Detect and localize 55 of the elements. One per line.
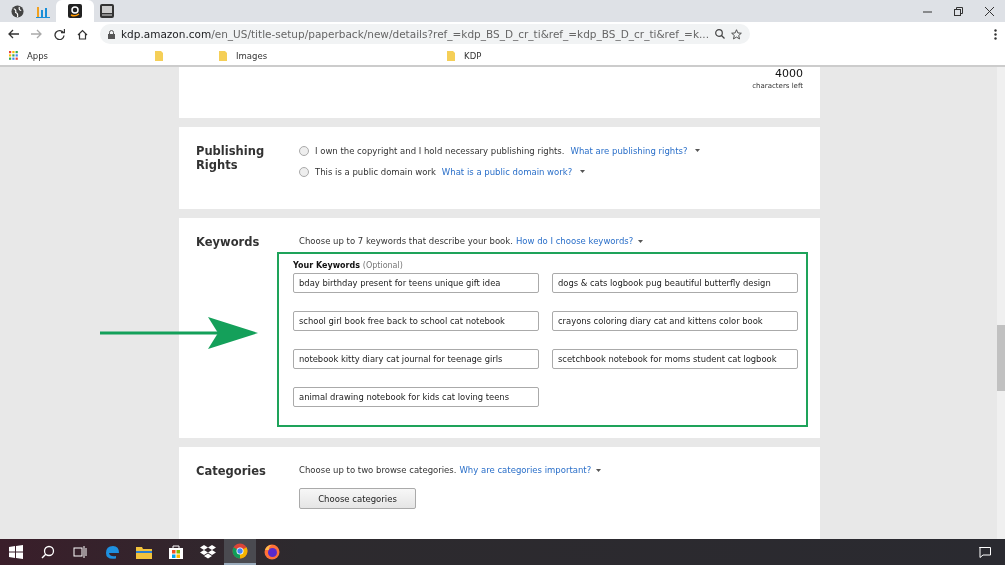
chrome-icon[interactable]	[232, 543, 248, 559]
caret-icon	[596, 468, 602, 472]
keyword-field[interactable]: dogs & cats logbook pug beautiful butterfly design	[552, 273, 798, 293]
help-link[interactable]: How do I choose keywords?	[515, 236, 634, 246]
edge-browser-icon[interactable]	[104, 544, 120, 560]
radio-button[interactable]	[299, 166, 309, 177]
home-icon[interactable]	[77, 28, 88, 40]
reload-icon[interactable]	[54, 28, 65, 40]
keyword-field[interactable]: animal drawing notebook for kids cat loving teens	[293, 387, 539, 407]
restore-icon[interactable]	[954, 6, 963, 16]
menu-icon[interactable]	[994, 28, 997, 40]
back-arrow-icon[interactable]	[8, 29, 19, 39]
bar-chart-icon	[36, 4, 50, 18]
instruction-text: Choose up to two browse categories.	[299, 465, 457, 475]
field-label: Your Keywords (Optional)	[293, 261, 404, 270]
caret-icon	[638, 239, 644, 243]
character-count: 4000	[775, 67, 803, 80]
scrollbar[interactable]	[997, 67, 1005, 539]
caret-icon	[695, 149, 701, 152]
radio-label: This is a public domain work	[315, 166, 436, 177]
task-view-icon[interactable]	[73, 545, 87, 559]
search-icon[interactable]	[41, 545, 55, 559]
star-icon[interactable]	[731, 28, 742, 40]
instruction-text: Choose up to 7 keywords that describe your book.	[299, 236, 513, 246]
help-link[interactable]: What is a public domain work?	[441, 166, 573, 177]
dropbox-icon[interactable]	[200, 545, 216, 559]
radio-label: I own the copyright and I hold necessary publishing rights.	[315, 145, 565, 156]
firefox-icon[interactable]	[264, 544, 280, 560]
help-link[interactable]: Why are categories important?	[459, 465, 592, 475]
notification-icon[interactable]	[979, 546, 991, 558]
globe-icon	[10, 4, 24, 18]
lock-icon	[108, 29, 115, 39]
browser-tab[interactable]	[56, 0, 94, 22]
radio-button[interactable]	[299, 145, 309, 156]
arrow-icon	[100, 317, 258, 349]
windows-logo-icon[interactable]	[9, 545, 23, 559]
bookmark-link[interactable]: KDP	[464, 50, 482, 61]
keyword-field[interactable]: crayons coloring diary cat and kittens color book	[552, 311, 798, 331]
choose-categories-button[interactable]: Choose categories	[299, 488, 416, 509]
folder-icon[interactable]	[136, 545, 152, 559]
apps-grid-icon[interactable]	[9, 51, 18, 60]
keyword-field[interactable]: scetchbook notebook for moms student cat logbook	[552, 349, 798, 369]
keyword-field[interactable]: notebook kitty diary cat journal for teenage girls	[293, 349, 539, 369]
section-title: Publishing Rights	[196, 145, 266, 174]
caret-icon	[580, 170, 586, 173]
shopping-bag-icon[interactable]	[168, 544, 184, 560]
bookmark-link[interactable]: Apps	[27, 50, 49, 61]
bookmark-link[interactable]: Images	[236, 50, 268, 61]
address-bar[interactable]: kdp.amazon.com/en_US/title-setup/paperback/new/details?ref_=kdp_BS_D_cr_ti&ref_=kdp_BS_D_cr_ti&ref_=k...	[100, 24, 750, 44]
help-link[interactable]: What are publishing rights?	[570, 145, 688, 156]
keyword-field[interactable]: bday birthday present for teens unique gift idea	[293, 273, 539, 293]
section-title: Categories	[196, 465, 267, 480]
keyword-field[interactable]: school girl book free back to school cat notebook	[293, 311, 539, 331]
zoom-icon[interactable]	[715, 29, 725, 39]
close-icon[interactable]	[985, 6, 994, 16]
